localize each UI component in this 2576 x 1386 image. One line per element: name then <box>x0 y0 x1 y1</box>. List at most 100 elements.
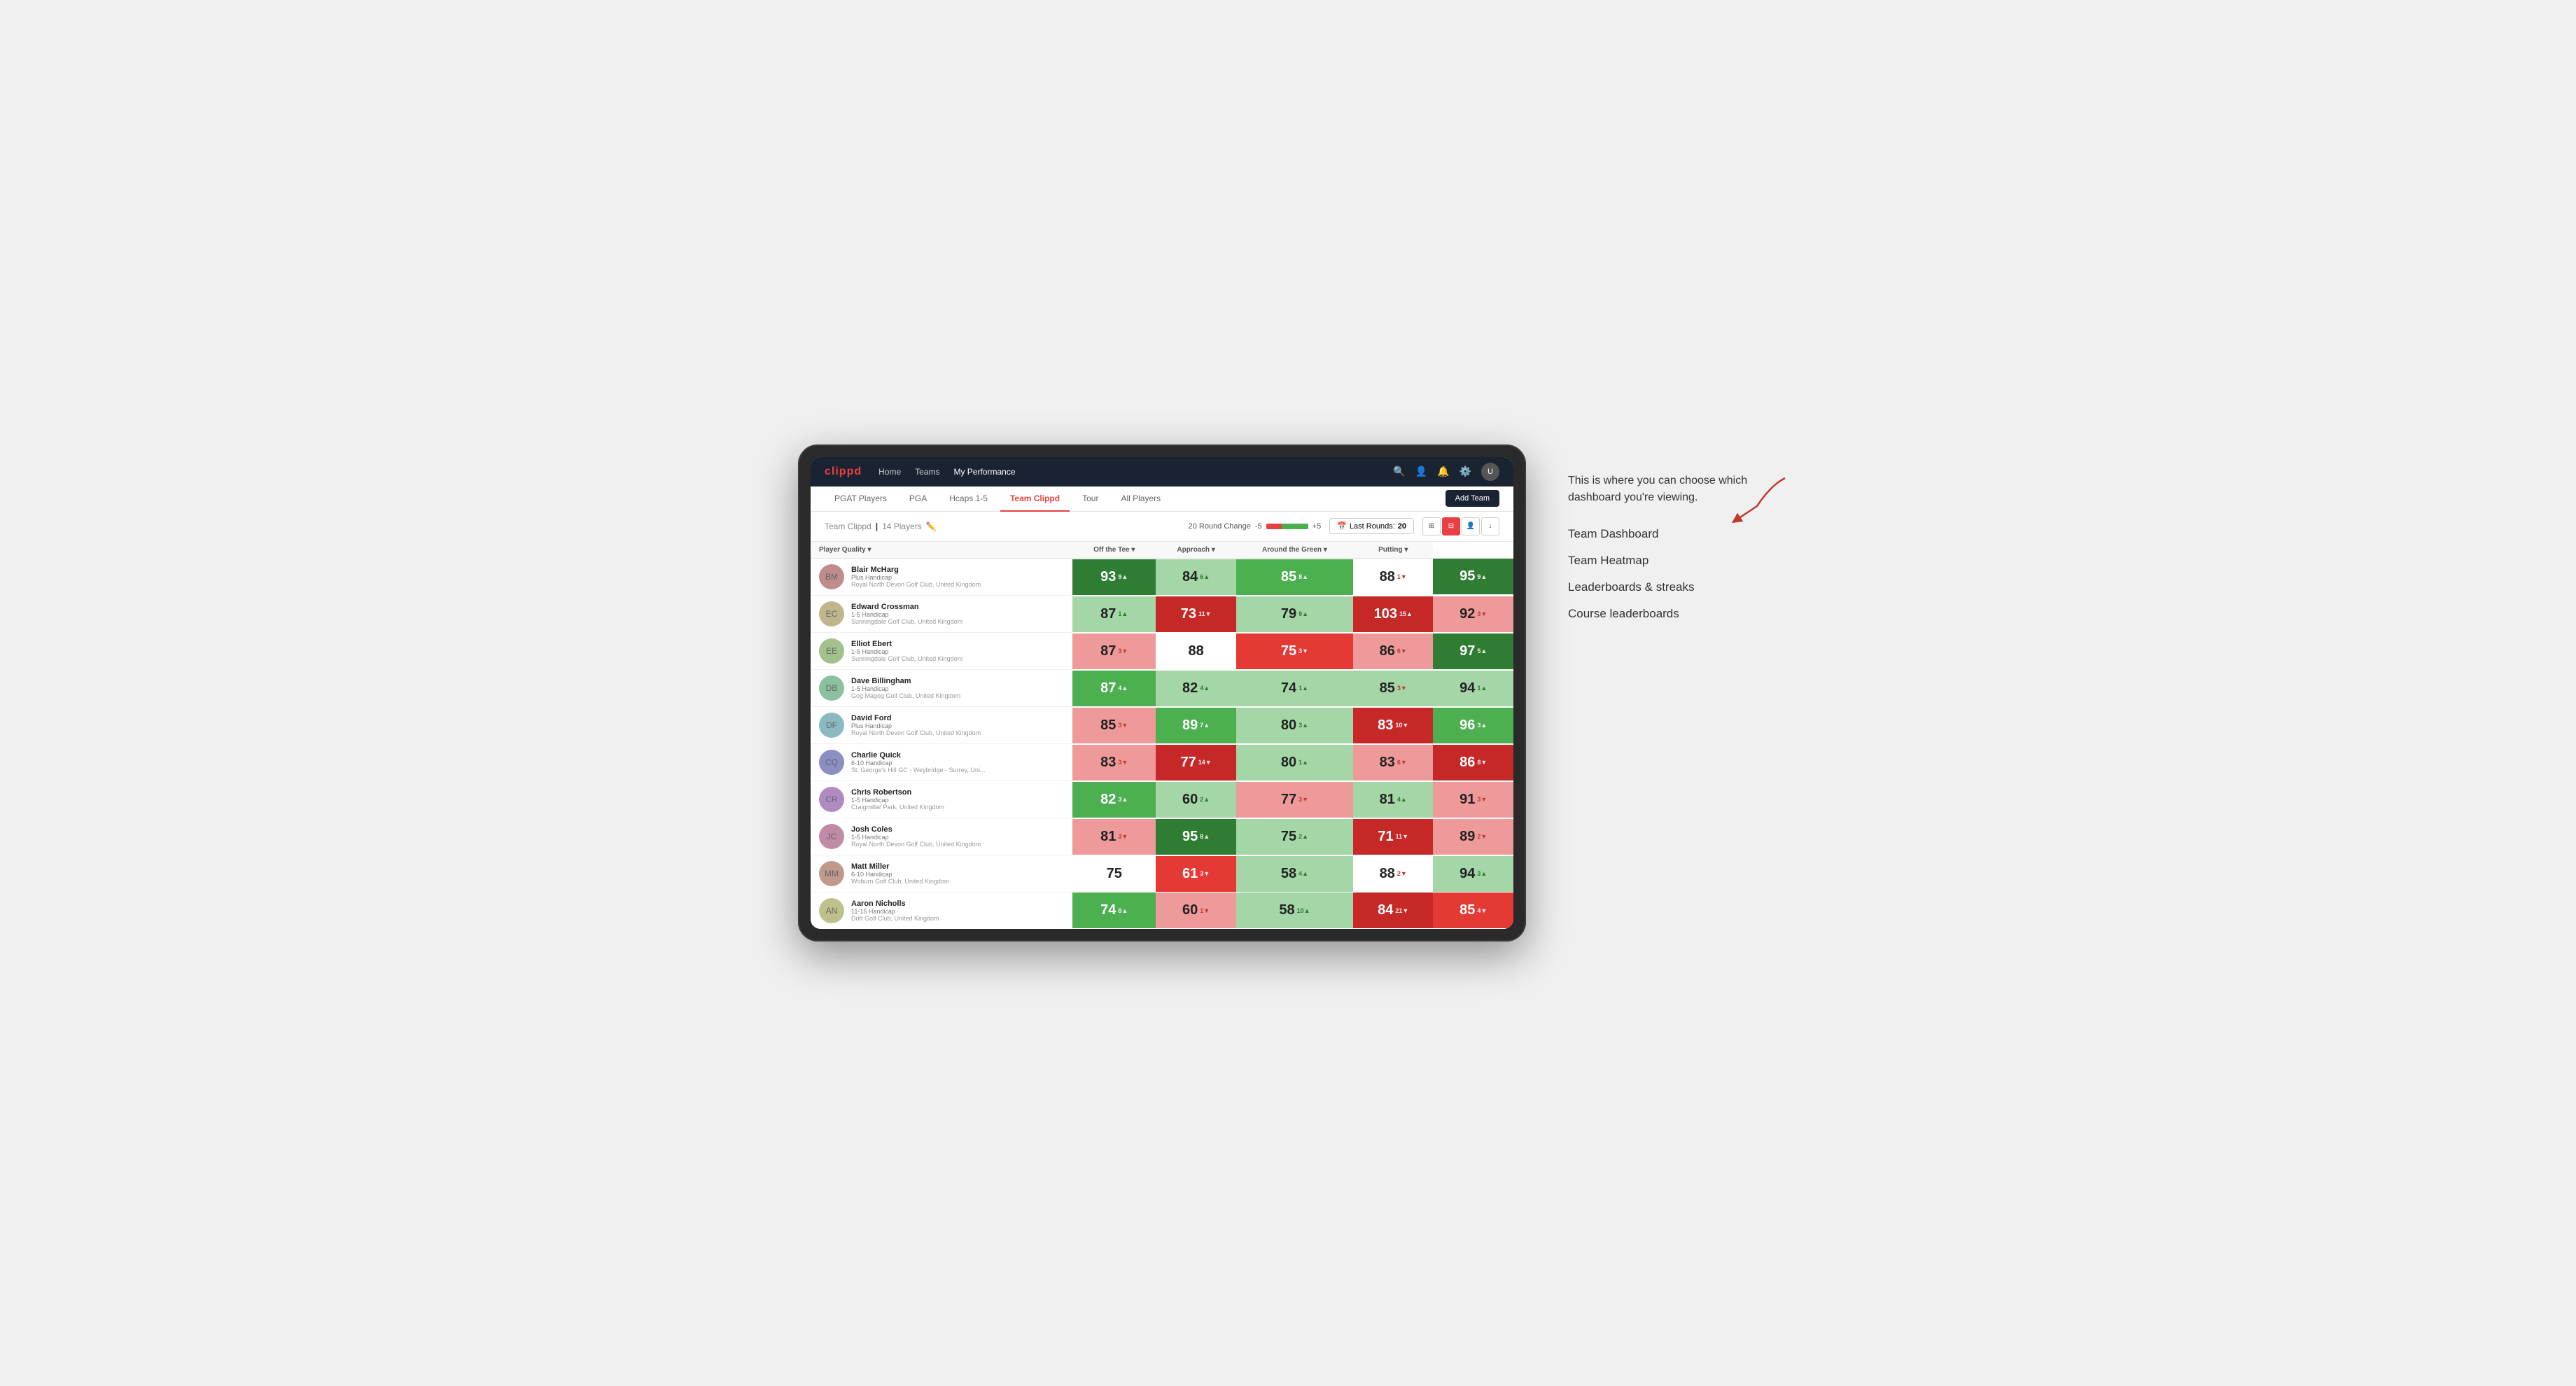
score-box: 80 3▲ <box>1236 708 1353 743</box>
score-value: 103 <box>1374 606 1397 622</box>
score-change: 3▲ <box>1118 796 1128 803</box>
score-change: 6▼ <box>1397 648 1407 654</box>
nav-teams[interactable]: Teams <box>915 464 939 479</box>
score-cell: 83 6▼ <box>1353 744 1433 781</box>
score-change: 3▲ <box>1477 722 1487 729</box>
score-box: 95 8▲ <box>1156 819 1236 855</box>
player-info: BM Blair McHarg Plus Handicap Royal Nort… <box>811 559 1072 596</box>
table-row[interactable]: DF David Ford Plus Handicap Royal North … <box>811 707 1513 744</box>
score-change: 1▲ <box>1118 610 1128 617</box>
score-cell: 97 5▲ <box>1433 633 1513 670</box>
table-row[interactable]: JC Josh Coles 1-5 Handicap Royal North D… <box>811 818 1513 855</box>
col-header-player[interactable]: Player Quality ▾ <box>811 542 1072 559</box>
tab-tour[interactable]: Tour <box>1072 486 1108 512</box>
last-rounds-button[interactable]: 📅 Last Rounds: 20 <box>1329 518 1414 534</box>
score-box: 75 2▲ <box>1236 819 1353 855</box>
score-box: 60 2▲ <box>1156 782 1236 818</box>
player-info: EE Elliot Ebert 1-5 Handicap Sunningdale… <box>811 633 1072 670</box>
col-header-approach[interactable]: Approach ▾ <box>1156 542 1236 559</box>
player-cell[interactable]: EC Edward Crossman 1-5 Handicap Sunningd… <box>811 596 1072 633</box>
score-change: 3▼ <box>1118 759 1128 766</box>
score-change: 4▲ <box>1118 685 1128 692</box>
edit-icon[interactable]: ✏️ <box>926 522 937 531</box>
avatar[interactable]: U <box>1481 463 1499 481</box>
nav-my-performance[interactable]: My Performance <box>953 464 1015 479</box>
sub-header-right: 20 Round Change -5 +5 📅 Last Rounds: 20 <box>1189 517 1499 536</box>
player-name: Josh Coles <box>851 825 981 834</box>
view-chart-button[interactable]: 👤 <box>1462 517 1480 536</box>
profile-icon[interactable]: 👤 <box>1415 465 1427 477</box>
table-row[interactable]: CR Chris Robertson 1-5 Handicap Craigmil… <box>811 781 1513 818</box>
player-club: Gog Magog Golf Club, United Kingdom <box>851 692 960 699</box>
view-export-button[interactable]: ↓ <box>1481 517 1499 536</box>
player-avatar: MM <box>819 861 844 886</box>
score-box: 74 8▲ <box>1072 892 1156 928</box>
player-info: JC Josh Coles 1-5 Handicap Royal North D… <box>811 818 1072 855</box>
bell-icon[interactable]: 🔔 <box>1437 465 1449 477</box>
table-row[interactable]: BM Blair McHarg Plus Handicap Royal Nort… <box>811 558 1513 596</box>
player-handicap: 1-5 Handicap <box>851 648 962 655</box>
col-header-putting[interactable]: Putting ▾ <box>1353 542 1433 559</box>
table-row[interactable]: CQ Charlie Quick 6-10 Handicap St. Georg… <box>811 744 1513 781</box>
score-value: 83 <box>1380 755 1395 771</box>
score-box: 82 4▲ <box>1156 671 1236 706</box>
player-cell[interactable]: CQ Charlie Quick 6-10 Handicap St. Georg… <box>811 744 1072 781</box>
score-box: 93 9▲ <box>1072 559 1156 595</box>
tab-hcaps[interactable]: Hcaps 1-5 <box>939 486 997 512</box>
score-value: 84 <box>1378 902 1393 918</box>
player-handicap: 1-5 Handicap <box>851 834 981 841</box>
settings-icon[interactable]: ⚙️ <box>1460 465 1471 477</box>
tab-all-players[interactable]: All Players <box>1111 486 1170 512</box>
player-cell[interactable]: EE Elliot Ebert 1-5 Handicap Sunningdale… <box>811 633 1072 670</box>
player-details: Aaron Nicholls 11-15 Handicap Drift Golf… <box>851 899 939 922</box>
player-name: Blair McHarg <box>851 566 981 574</box>
player-club: Sunningdale Golf Club, United Kingdom <box>851 618 962 625</box>
player-cell[interactable]: DF David Ford Plus Handicap Royal North … <box>811 707 1072 744</box>
search-icon[interactable]: 🔍 <box>1393 465 1405 477</box>
nav-home[interactable]: Home <box>878 464 901 479</box>
score-value: 58 <box>1279 902 1294 918</box>
col-header-off-tee[interactable]: Off the Tee ▾ <box>1072 542 1156 559</box>
score-cell: 92 3▼ <box>1433 596 1513 633</box>
player-cell[interactable]: DB Dave Billingham 1-5 Handicap Gog Mago… <box>811 670 1072 707</box>
player-cell[interactable]: BM Blair McHarg Plus Handicap Royal Nort… <box>811 558 1072 596</box>
player-cell[interactable]: AN Aaron Nicholls 11-15 Handicap Drift G… <box>811 892 1072 929</box>
score-value: 77 <box>1181 755 1196 771</box>
change-bar <box>1266 524 1308 529</box>
table-row[interactable]: AN Aaron Nicholls 11-15 Handicap Drift G… <box>811 892 1513 929</box>
tab-pga[interactable]: PGA <box>899 486 937 512</box>
score-cell: 84 21▼ <box>1353 892 1433 929</box>
score-value: 86 <box>1380 643 1395 659</box>
view-list-button[interactable]: ⊞ <box>1422 517 1441 536</box>
player-cell[interactable]: JC Josh Coles 1-5 Handicap Royal North D… <box>811 818 1072 855</box>
table-row[interactable]: EC Edward Crossman 1-5 Handicap Sunningd… <box>811 596 1513 633</box>
score-value: 85 <box>1460 902 1475 918</box>
annotation-list: Team Dashboard Team Heatmap Leaderboards… <box>1568 527 1778 621</box>
player-cell[interactable]: CR Chris Robertson 1-5 Handicap Craigmil… <box>811 781 1072 818</box>
view-grid-button[interactable]: ⊟ <box>1442 517 1460 536</box>
score-cell: 95 8▲ <box>1156 818 1236 855</box>
col-header-around-green[interactable]: Around the Green ▾ <box>1236 542 1353 559</box>
tab-team-clippd[interactable]: Team Clippd <box>1000 486 1070 512</box>
player-cell[interactable]: MM Matt Miller 6-10 Handicap Woburn Golf… <box>811 855 1072 892</box>
score-box: 88 2▼ <box>1353 856 1433 892</box>
player-name: Charlie Quick <box>851 751 985 760</box>
score-cell: 81 3▼ <box>1072 818 1156 855</box>
score-box: 82 3▲ <box>1072 782 1156 818</box>
table-row[interactable]: DB Dave Billingham 1-5 Handicap Gog Mago… <box>811 670 1513 707</box>
table-row[interactable]: EE Elliot Ebert 1-5 Handicap Sunningdale… <box>811 633 1513 670</box>
add-team-button[interactable]: Add Team <box>1446 490 1499 507</box>
score-change: 6▲ <box>1200 573 1210 580</box>
score-cell: 86 6▼ <box>1353 633 1433 670</box>
tab-pgat[interactable]: PGAT Players <box>825 486 897 512</box>
score-box: 84 6▲ <box>1156 559 1236 595</box>
score-box: 61 3▼ <box>1156 856 1236 892</box>
score-cell: 82 3▲ <box>1072 781 1156 818</box>
player-club: Drift Golf Club, United Kingdom <box>851 915 939 922</box>
table-row[interactable]: MM Matt Miller 6-10 Handicap Woburn Golf… <box>811 855 1513 892</box>
score-value: 89 <box>1460 829 1475 845</box>
score-value: 81 <box>1100 829 1116 845</box>
score-change: 3▼ <box>1397 685 1407 692</box>
score-cell: 85 3▼ <box>1353 670 1433 707</box>
score-change: 3▼ <box>1118 722 1128 729</box>
